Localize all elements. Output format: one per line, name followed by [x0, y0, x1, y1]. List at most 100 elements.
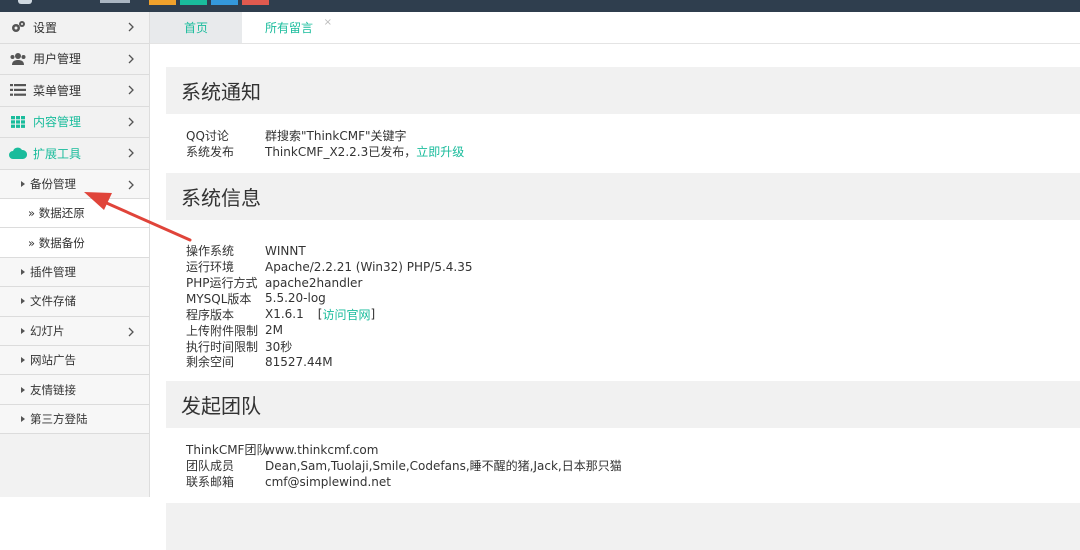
close-icon[interactable]: ×: [324, 17, 332, 28]
sidebar-item-label: 备份管理: [30, 176, 76, 191]
sidebar-item-backup[interactable]: 备份管理: [0, 169, 149, 199]
info-key: 执行时间限制: [186, 339, 259, 354]
sidebar-item-label: 第三方登陆: [30, 412, 88, 427]
info-key: ThinkCMF团队: [186, 443, 269, 458]
sidebar-item-label: 设置: [33, 20, 58, 35]
theme-swatch-orange[interactable]: [149, 0, 176, 5]
caret-right-icon: [21, 357, 25, 364]
info-value: apache2handler: [265, 275, 363, 290]
info-row: 联系邮箱 cmf@simplewind.net: [186, 474, 1080, 490]
info-key: 上传附件限制: [186, 323, 259, 338]
info-row: 系统发布 ThinkCMF_X2.2.3已发布， 立即升级: [186, 144, 1080, 160]
sidebar-item-third-party-login[interactable]: 第三方登陆: [0, 404, 149, 435]
upgrade-link[interactable]: 立即升级: [416, 143, 464, 160]
notice-block: QQ讨论 群搜索"ThinkCMF"关键字 系统发布 ThinkCMF_X2.2…: [166, 114, 1080, 173]
caret-right-icon: [21, 386, 25, 393]
info-value: 群搜索"ThinkCMF"关键字: [265, 129, 407, 144]
chevron-right-icon: [128, 117, 134, 126]
logo: [18, 0, 32, 4]
theme-swatch-red[interactable]: [242, 0, 269, 5]
sidebar-item-plugins[interactable]: 插件管理: [0, 257, 149, 288]
caret-right-icon: [21, 269, 25, 276]
sidebar-item-label: » 数据备份: [28, 235, 85, 250]
team-block: ThinkCMF团队 www.thinkcmf.com 团队成员 Dean,Sam,…: [166, 428, 1080, 503]
sidebar-item-settings[interactable]: 设置: [0, 12, 149, 44]
sidebar-item-extensions[interactable]: 扩展工具: [0, 138, 149, 170]
info-row: 执行时间限制 30秒: [186, 338, 1080, 354]
sidebar-item-label: 网站广告: [30, 353, 76, 368]
top-bar: [0, 0, 1080, 12]
info-value: ThinkCMF_X2.2.3已发布，: [265, 145, 417, 160]
caret-right-icon: [21, 180, 25, 187]
info-value: 81527.44M: [265, 354, 333, 369]
caret-right-icon: [21, 327, 25, 334]
info-value: cmf@simplewind.net: [265, 474, 391, 489]
cloud-icon: [9, 146, 27, 160]
sidebar-item-label: 扩展工具: [33, 146, 82, 161]
info-row: 运行环境 Apache/2.2.21 (Win32) PHP/5.4.35: [186, 259, 1080, 275]
info-key: 联系邮箱: [186, 475, 235, 490]
info-key: 程序版本: [186, 307, 235, 322]
sidebar-item-label: 插件管理: [30, 265, 76, 280]
info-value: 2M: [265, 323, 283, 338]
sidebar-item-label: 用户管理: [33, 52, 82, 67]
tab-all-messages[interactable]: 所有留言 ×: [242, 12, 336, 43]
sidebar-item-label: 友情链接: [30, 382, 76, 397]
info-key: PHP运行方式: [186, 276, 258, 291]
sidebar-item-label: 内容管理: [33, 115, 82, 130]
chevron-right-icon: [128, 180, 134, 189]
info-value: WINNT: [265, 243, 306, 258]
section-title-notice: 系统通知: [166, 67, 1080, 114]
section-title-sysinfo: 系统信息: [166, 172, 1080, 220]
caret-right-icon: [21, 298, 25, 305]
chevron-right-icon: [128, 327, 134, 337]
users-icon: [9, 52, 27, 66]
info-key: QQ讨论: [186, 129, 229, 144]
caret-right-icon: [21, 416, 25, 423]
sidebar-item-data-restore[interactable]: » 数据还原: [0, 198, 149, 229]
info-value: X1.6.1: [265, 307, 304, 322]
brand-text: [100, 0, 130, 3]
sidebar-item-users[interactable]: 用户管理: [0, 44, 149, 75]
info-key: 操作系统: [186, 244, 235, 259]
official-site-link[interactable]: 访问官网: [322, 306, 370, 323]
info-value: 5.5.20-log: [265, 291, 326, 306]
info-value: Apache/2.2.21 (Win32) PHP/5.4.35: [265, 259, 473, 274]
info-key: 剩余空间: [186, 355, 235, 370]
tab-bar: 首页 所有留言 ×: [150, 12, 1080, 44]
sidebar-item-menus[interactable]: 菜单管理: [0, 75, 149, 107]
info-value: 30秒: [265, 339, 293, 354]
list-icon: [9, 83, 27, 97]
sidebar-item-data-backup[interactable]: » 数据备份: [0, 228, 149, 258]
info-row: QQ讨论 群搜索"ThinkCMF"关键字: [186, 128, 1080, 144]
tab-home[interactable]: 首页: [150, 12, 242, 43]
info-row: 剩余空间 81527.44M: [186, 354, 1080, 370]
theme-swatch-green[interactable]: [180, 0, 207, 5]
theme-swatch-blue[interactable]: [211, 0, 238, 5]
sidebar-item-label: 文件存储: [30, 294, 76, 309]
info-row: PHP运行方式 apache2handler: [186, 275, 1080, 291]
sidebar-item-site-ads[interactable]: 网站广告: [0, 346, 149, 376]
info-key: MYSQL版本: [186, 291, 252, 306]
sidebar-item-slideshow[interactable]: 幻灯片: [0, 316, 149, 347]
sidebar-item-file-storage[interactable]: 文件存储: [0, 287, 149, 317]
sidebar: 设置 用户管理 菜单管理 内容管理 扩展工具 备份管理 » 数据还原 » 数据备…: [0, 12, 150, 497]
sidebar-item-label: 幻灯片: [30, 323, 65, 338]
sysinfo-block: 操作系统 WINNT 运行环境 Apache/2.2.21 (Win32) PHP/…: [166, 220, 1080, 381]
info-row: 操作系统 WINNT: [186, 243, 1080, 259]
grid-icon: [9, 115, 27, 129]
sidebar-item-content[interactable]: 内容管理: [0, 107, 149, 138]
chevron-right-icon: [128, 54, 134, 63]
info-value: www.thinkcmf.com: [265, 442, 379, 457]
chevron-right-icon: [128, 148, 134, 158]
info-key: 系统发布: [186, 145, 235, 160]
gears-icon: [9, 20, 27, 34]
sidebar-item-label: » 数据还原: [28, 206, 85, 221]
tab-label: 所有留言: [264, 21, 313, 35]
chevron-right-icon: [128, 22, 134, 32]
sidebar-item-label: 菜单管理: [33, 83, 82, 98]
info-row: MYSQL版本 5.5.20-log: [186, 290, 1080, 306]
bracket-close: ]: [370, 307, 376, 322]
info-row: 团队成员 Dean,Sam,Tuolaji,Smile,Codefans,睡不醒的…: [186, 458, 1080, 474]
sidebar-item-friend-links[interactable]: 友情链接: [0, 375, 149, 405]
